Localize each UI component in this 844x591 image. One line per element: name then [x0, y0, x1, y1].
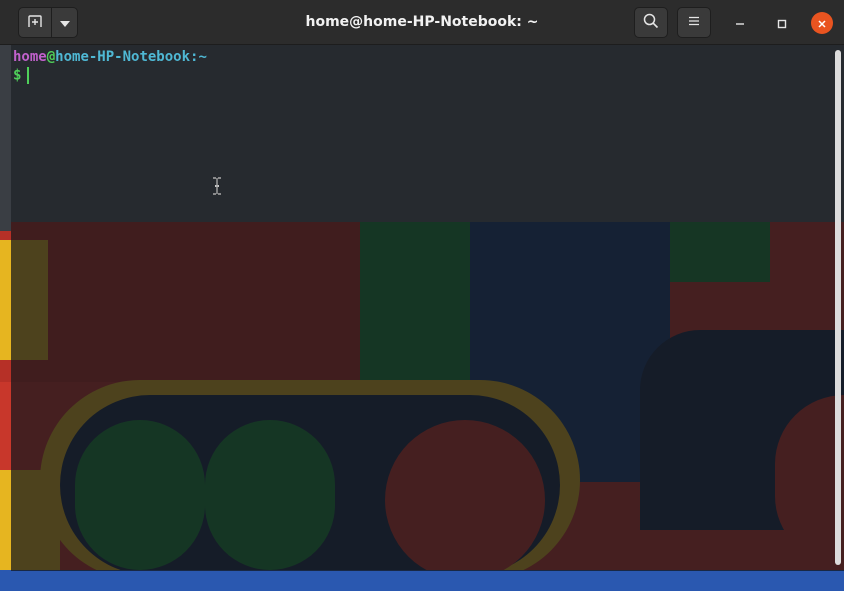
terminal-transparent-area[interactable] [11, 222, 844, 571]
window-edge [0, 45, 11, 231]
prompt-line: home@home-HP-Notebook:~ [13, 49, 207, 65]
maximize-icon [777, 14, 787, 33]
maximize-button[interactable] [771, 12, 793, 34]
close-button[interactable] [811, 12, 833, 34]
ibeam-cursor-icon [212, 177, 222, 199]
hamburger-menu-icon [688, 15, 700, 31]
terminal-window[interactable]: home@home-HP-Notebook:~ $ home@home-HP-N… [0, 0, 844, 573]
chevron-down-icon [59, 13, 71, 32]
minimize-button[interactable] [729, 12, 751, 34]
new-tab-icon [27, 13, 43, 32]
text-cursor [27, 67, 30, 84]
new-tab-button[interactable] [19, 8, 51, 37]
search-button[interactable] [634, 7, 668, 38]
scrollbar[interactable] [835, 50, 841, 565]
title-bar[interactable]: home@home-HP-Notebook: ~ [0, 0, 844, 45]
new-tab-button-group [18, 7, 78, 38]
minimize-icon [735, 14, 745, 33]
prompt-path: :~ [190, 49, 207, 65]
prompt-symbol: $ [13, 67, 22, 84]
tab-menu-button[interactable] [52, 8, 78, 37]
terminal-output-area[interactable] [11, 45, 844, 222]
menu-button[interactable] [677, 7, 711, 38]
prompt-user: home [13, 49, 47, 65]
prompt-host: home-HP-Notebook [55, 49, 191, 65]
window-title: home@home-HP-Notebook: ~ [305, 14, 539, 30]
command-line[interactable]: $ [13, 67, 30, 84]
close-icon [817, 14, 827, 33]
search-icon [643, 13, 659, 33]
prompt-at: @ [46, 49, 56, 65]
